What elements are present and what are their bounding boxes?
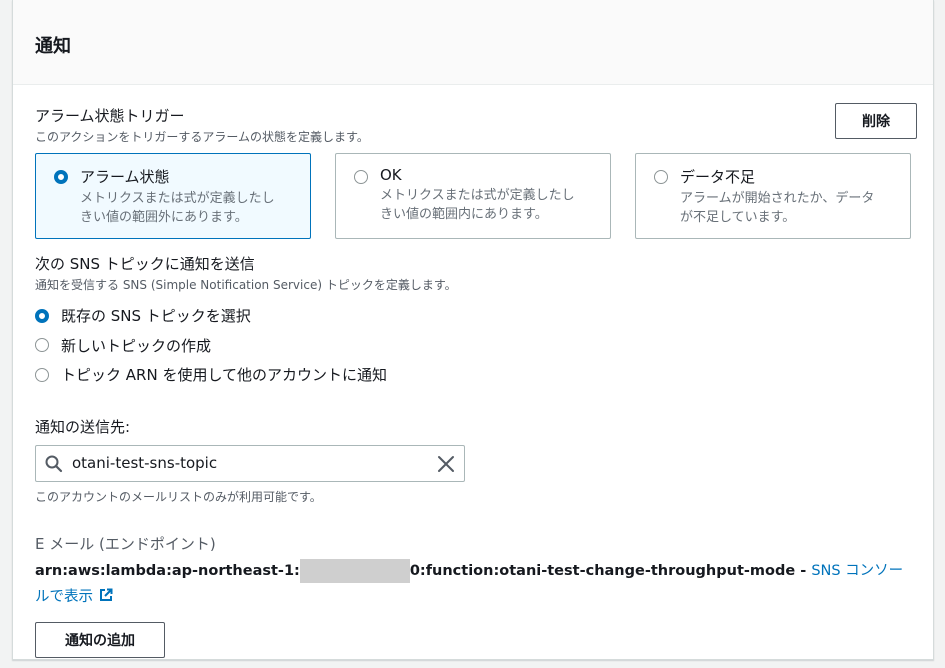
- notification-panel: 通知 削除 アラーム状態トリガー このアクションをトリガーするアラームの状態を定…: [12, 0, 934, 660]
- radio-label: トピック ARN を使用して他のアカウントに通知: [61, 366, 387, 385]
- endpoint-section: E メール (エンドポイント) arn:aws:lambda:ap-northe…: [35, 533, 911, 658]
- alarm-state-trigger-section: アラーム状態トリガー このアクションをトリガーするアラームの状態を定義します。 …: [35, 105, 911, 239]
- panel-title: 通知: [35, 36, 71, 57]
- tile-label: データ不足: [680, 168, 756, 186]
- redacted-account-id: [299, 558, 410, 583]
- radio-label: 新しいトピックの作成: [61, 336, 212, 355]
- radio-label: 既存の SNS トピックを選択: [61, 307, 251, 326]
- add-notification-button[interactable]: 通知の追加: [35, 621, 165, 658]
- radio-new-topic[interactable]: [35, 338, 49, 353]
- panel-header: 通知: [13, 0, 933, 85]
- tile-label: OK: [380, 166, 402, 184]
- radio-topic-arn[interactable]: [35, 367, 49, 382]
- delete-button[interactable]: 削除: [835, 103, 917, 139]
- tile-ok[interactable]: OK メトリクスまたは式が定義したし きい値の範囲内にあります。: [335, 153, 611, 239]
- close-icon[interactable]: [436, 454, 456, 474]
- panel-body: 削除 アラーム状態トリガー このアクションをトリガーするアラームの状態を定義しま…: [13, 85, 933, 658]
- search-icon: [45, 455, 63, 472]
- destination-constraint: このアカウントのメールリストのみが利用可能です。: [35, 489, 322, 504]
- endpoint-arn: arn:aws:lambda:ap-northeast-1: 0:function…: [35, 558, 911, 610]
- tile-description: アラームが開始されたか、データ が不足しています。: [680, 191, 875, 225]
- tile-label: アラーム状態: [80, 168, 170, 186]
- endpoint-label: E メール (エンドポイント): [35, 534, 216, 553]
- destination-label: 通知の送信先:: [35, 417, 131, 436]
- destination-search-box[interactable]: [35, 444, 465, 482]
- arn-prefix: arn:aws:lambda:ap-northeast-1:: [35, 562, 300, 579]
- tile-in-alarm[interactable]: アラーム状態 メトリクスまたは式が定義したし きい値の範囲外にあります。: [35, 153, 311, 239]
- external-link-icon: [100, 588, 113, 601]
- radio-in-alarm[interactable]: [54, 170, 68, 184]
- radio-existing-topic[interactable]: [35, 308, 49, 323]
- sns-description: 通知を受信する SNS (Simple Notification Service…: [35, 278, 457, 292]
- radio-insufficient-data[interactable]: [654, 170, 668, 184]
- destination-search-input[interactable]: [72, 445, 422, 481]
- destination-section: 通知の送信先: このアカウントのメールリストのみが利用可能です。: [35, 416, 911, 505]
- tile-description: メトリクスまたは式が定義したし きい値の範囲内にあります。: [380, 188, 575, 222]
- sns-radio-group: 既存の SNS トピックを選択 新しいトピックの作成 トピック ARN を使用し…: [35, 301, 911, 390]
- sns-option-existing[interactable]: 既存の SNS トピックを選択: [35, 301, 911, 331]
- arn-suffix: 0:function:otani-test-change-throughput-…: [409, 562, 812, 579]
- trigger-label: アラーム状態トリガー: [35, 107, 185, 125]
- sns-option-arn[interactable]: トピック ARN を使用して他のアカウントに通知: [35, 360, 911, 390]
- sns-label: 次の SNS トピックに通知を送信: [35, 255, 255, 273]
- trigger-tiles: アラーム状態 メトリクスまたは式が定義したし きい値の範囲外にあります。 OK …: [35, 153, 911, 239]
- sns-option-new[interactable]: 新しいトピックの作成: [35, 331, 911, 361]
- radio-ok[interactable]: [354, 170, 368, 184]
- sns-topic-section: 次の SNS トピックに通知を送信 通知を受信する SNS (Simple No…: [35, 253, 911, 390]
- trigger-description: このアクションをトリガーするアラームの状態を定義します。: [35, 130, 369, 144]
- tile-insufficient-data[interactable]: データ不足 アラームが開始されたか、データ が不足しています。: [635, 153, 911, 239]
- tile-description: メトリクスまたは式が定義したし きい値の範囲外にあります。: [80, 191, 275, 225]
